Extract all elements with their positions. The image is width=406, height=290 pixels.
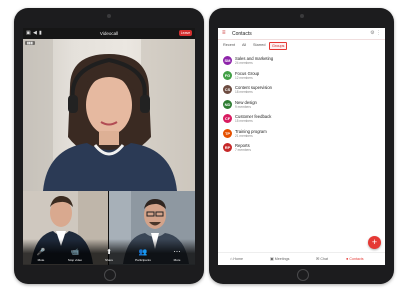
- front-camera: [299, 14, 304, 18]
- stop-video-label: Stop video: [67, 258, 83, 262]
- list-item[interactable]: TP Training program 21 members: [218, 127, 385, 142]
- group-members: 21 members: [235, 133, 253, 138]
- contacts-screen: ≡ Contacts ⚙ ⋮ Recent All Starred Groups…: [218, 28, 385, 265]
- group-avatar: TP: [223, 128, 232, 138]
- home-button[interactable]: [296, 269, 309, 281]
- back-icon[interactable]: ≡: [222, 30, 226, 36]
- tab-recent[interactable]: Recent: [221, 42, 237, 48]
- tab-groups[interactable]: Groups: [269, 42, 288, 50]
- front-camera: [107, 14, 111, 18]
- tab-all[interactable]: All: [240, 42, 248, 48]
- group-avatar: SM: [223, 56, 232, 65]
- participant-thumbnails: 🎤 Mute 📹 Stop video ⬆ Share 👥 Participan…: [23, 191, 195, 265]
- nav-label: Chat: [320, 257, 328, 261]
- participants-button[interactable]: 👥 Participants: [133, 249, 153, 262]
- settings-icon[interactable]: ⚙ ⋮: [370, 30, 381, 36]
- group-avatar: RP: [223, 143, 232, 152]
- video-call-screen: ▣ ◀ ▮ Videocall Leave ▮▮▮ 🎤 Mute 📹 Stop …: [23, 28, 195, 265]
- nav-meetings[interactable]: ▣Meetings: [270, 256, 289, 261]
- nav-chat[interactable]: ✉Chat: [316, 256, 328, 261]
- leave-button[interactable]: Leave: [179, 30, 192, 36]
- group-avatar: ND: [223, 99, 232, 109]
- call-controls-bar: 🎤 Mute 📹 Stop video ⬆ Share 👥 Participan…: [23, 239, 195, 265]
- contacts-tabs: Recent All Starred Groups: [218, 41, 385, 50]
- call-title: Videocall: [99, 31, 119, 36]
- group-members: 15 members: [235, 119, 253, 123]
- more-button[interactable]: ⋯ More: [167, 249, 187, 262]
- main-speaker-video: [23, 39, 195, 191]
- nav-label: Meetings: [274, 257, 290, 261]
- participants-icon: 👥: [138, 249, 148, 256]
- meetings-icon: ▣: [270, 256, 274, 261]
- page-title: Contacts: [232, 31, 252, 37]
- main-video-tile[interactable]: ▮▮▮: [23, 39, 195, 191]
- tab-starred[interactable]: Starred: [251, 42, 267, 48]
- participants-label: Participants: [135, 258, 151, 262]
- group-members: 18 members: [235, 90, 253, 94]
- group-avatar: CS: [223, 85, 232, 94]
- more-label: More: [173, 258, 181, 262]
- group-avatar: FG: [223, 70, 232, 80]
- nav-home[interactable]: ⌂Home: [230, 256, 243, 261]
- group-members: 9 members: [235, 104, 251, 109]
- more-icon: ⋯: [173, 249, 181, 256]
- list-item[interactable]: FG Focus Group 12 members: [218, 69, 385, 84]
- call-top-bar: ▣ ◀ ▮ Videocall Leave: [23, 28, 195, 39]
- share-button[interactable]: ⬆ Share: [99, 249, 119, 262]
- list-item[interactable]: RP Reports 7 members: [218, 141, 385, 156]
- app-header: ≡ Contacts ⚙ ⋮: [218, 28, 385, 40]
- share-label: Share: [104, 258, 113, 262]
- home-button[interactable]: [104, 269, 116, 281]
- mute-button[interactable]: 🎤 Mute: [31, 249, 51, 262]
- bottom-navigation: ⌂Home ▣Meetings ✉Chat ●Contacts: [218, 252, 385, 265]
- list-item[interactable]: CS Content supervision 18 members: [218, 83, 385, 98]
- signal-icon: ▮▮▮: [25, 41, 35, 45]
- group-members: 24 members: [235, 61, 253, 65]
- stop-video-button[interactable]: 📹 Stop video: [65, 249, 85, 262]
- add-group-button[interactable]: +: [368, 236, 381, 249]
- nav-label: Home: [233, 257, 244, 261]
- group-members: 12 members: [235, 75, 253, 80]
- group-avatar: CF: [223, 114, 232, 123]
- group-members: 7 members: [235, 148, 251, 152]
- list-item[interactable]: ND New design 9 members: [218, 98, 385, 113]
- tablet-right: ≡ Contacts ⚙ ⋮ Recent All Starred Groups…: [209, 8, 394, 284]
- share-icon: ⬆: [106, 249, 112, 256]
- list-item[interactable]: SM Sales and marketing 24 members: [218, 54, 385, 69]
- nav-label: Contacts: [349, 257, 364, 261]
- microphone-icon: 🎤: [36, 249, 46, 256]
- list-item[interactable]: CF Customer feedback 15 members: [218, 112, 385, 127]
- video-camera-icon: 📹: [70, 249, 80, 256]
- chat-icon: ✉: [316, 256, 320, 261]
- tablet-left: ▣ ◀ ▮ Videocall Leave ▮▮▮ 🎤 Mute 📹 Stop …: [14, 8, 204, 284]
- mute-label: Mute: [37, 258, 45, 262]
- nav-contacts[interactable]: ●Contacts: [346, 256, 364, 261]
